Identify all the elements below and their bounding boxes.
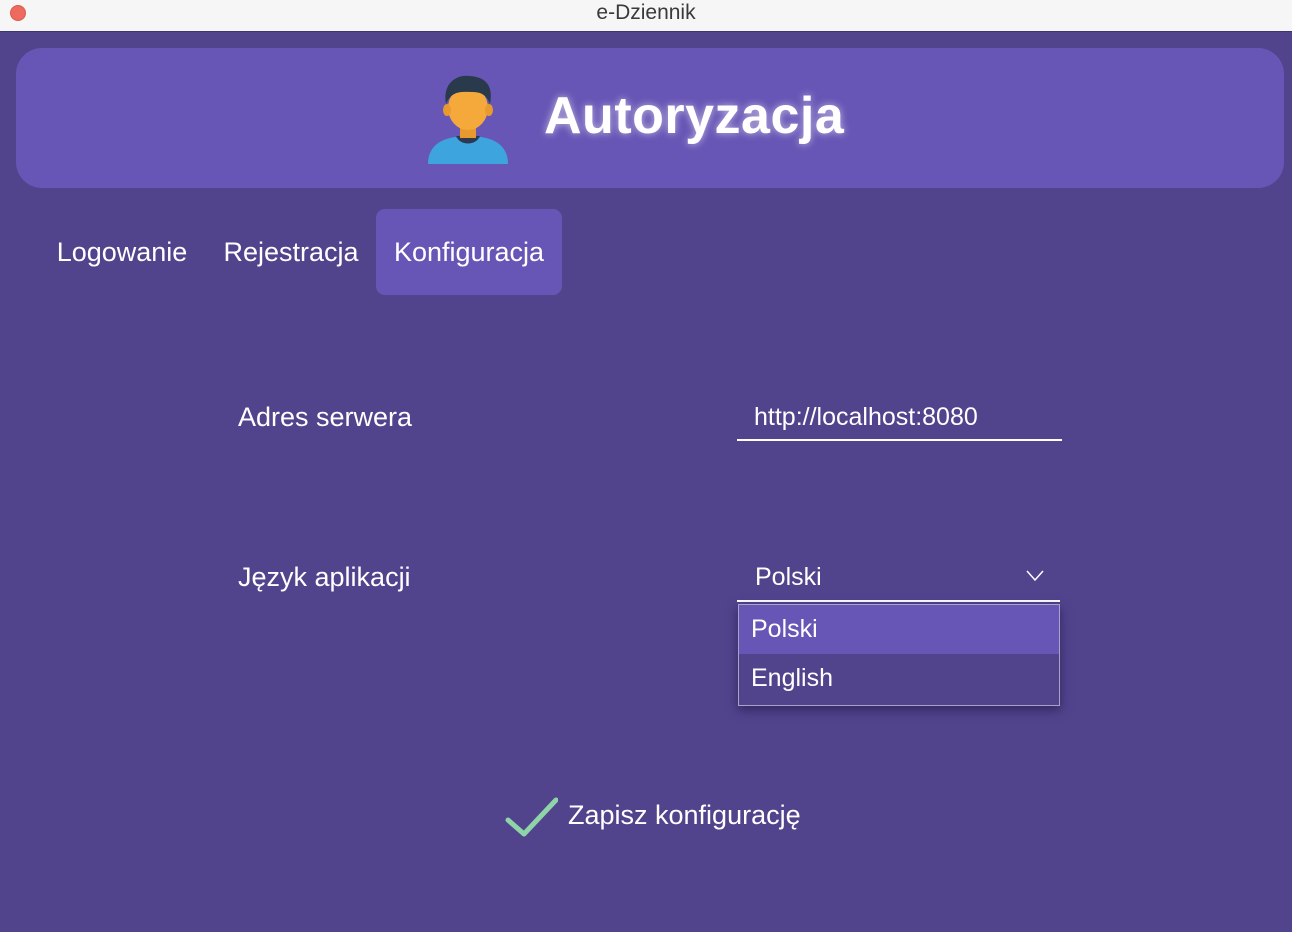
language-select-value: Polski	[755, 563, 822, 591]
language-option-english[interactable]: English	[739, 654, 1059, 703]
language-select[interactable]: Polski	[737, 554, 1060, 602]
language-label: Język aplikacji	[238, 562, 411, 592]
save-configuration-label: Zapisz konfigurację	[568, 800, 801, 830]
language-option-polski[interactable]: Polski	[739, 605, 1059, 654]
tab-konfiguracja[interactable]: Konfiguracja	[376, 209, 562, 295]
tab-rejestracja[interactable]: Rejestracja	[213, 209, 369, 295]
window-title: e-Dziennik	[596, 1, 696, 24]
user-avatar-icon	[428, 75, 508, 164]
server-address-label: Adres serwera	[238, 402, 413, 432]
page-header: Autoryzacja	[16, 48, 1284, 188]
tab-logowanie[interactable]: Logowanie	[37, 209, 207, 295]
page-title: Autoryzacja	[544, 87, 845, 145]
window-titlebar: e-Dziennik	[0, 0, 1292, 32]
language-dropdown-list: Polski English	[738, 604, 1060, 706]
server-address-input[interactable]: http://localhost:8080	[737, 395, 1062, 441]
check-icon	[505, 797, 558, 837]
chevron-down-icon[interactable]	[1026, 570, 1044, 582]
